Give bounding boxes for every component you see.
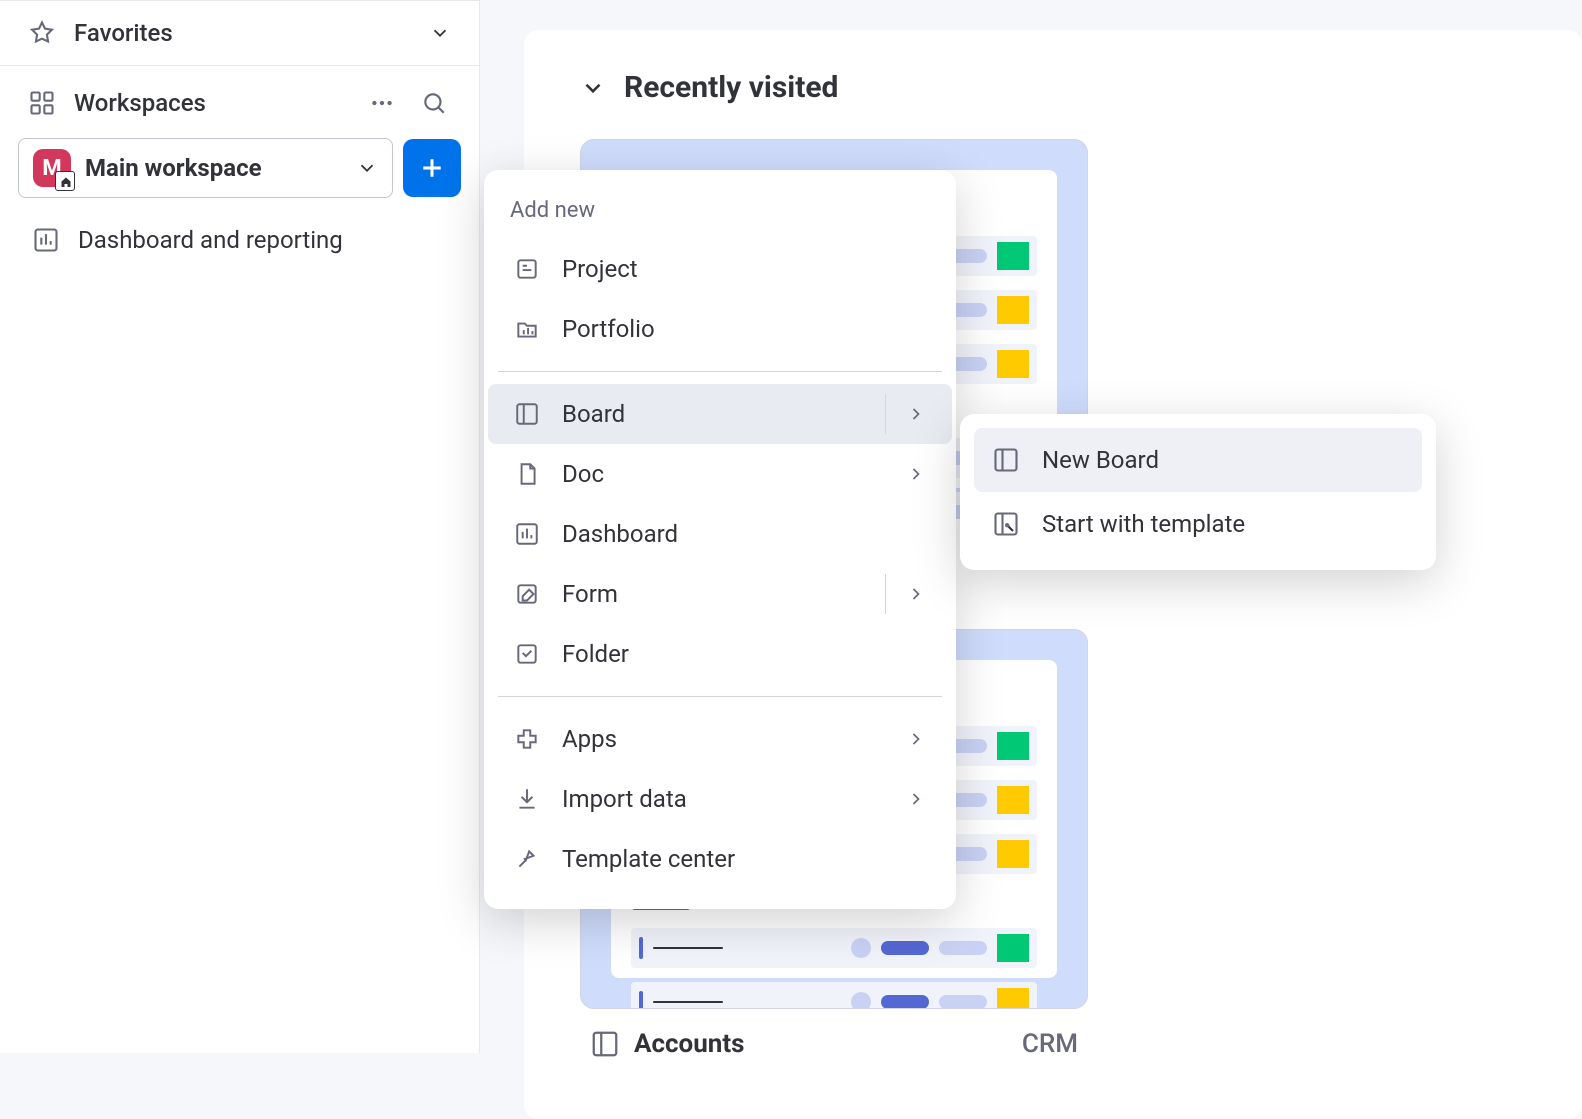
divider [498,371,942,372]
workspaces-icon [28,89,56,117]
apps-icon [514,726,540,752]
dropdown-item-dashboard[interactable]: Dashboard [488,504,952,564]
dashboard-icon [514,521,540,547]
divider [498,696,942,697]
dropdown-item-import[interactable]: Import data [488,769,952,829]
add-new-dropdown: Add new Project Portfolio Board Doc [484,170,956,909]
sidebar-item-label: Dashboard and reporting [78,226,343,254]
board-icon [590,1029,620,1059]
search-icon[interactable] [417,86,451,120]
submenu-item-start-template[interactable]: Start with template [974,492,1422,556]
import-icon [514,786,540,812]
board-icon [992,446,1020,474]
chevron-right-icon [906,584,926,604]
dropdown-item-portfolio[interactable]: Portfolio [488,299,952,359]
workspaces-header: Workspaces [0,66,479,138]
chevron-down-icon [580,75,606,101]
template-wand-icon [992,510,1020,538]
chevron-right-icon [906,404,926,424]
board-icon [514,401,540,427]
dropdown-item-board[interactable]: Board [488,384,952,444]
dropdown-item-label: Template center [562,845,735,873]
dropdown-item-project[interactable]: Project [488,239,952,299]
submenu-item-label: Start with template [1042,510,1245,538]
chevron-right-icon [906,464,926,484]
workspace-badge: M [33,149,71,187]
workspaces-label: Workspaces [74,89,347,117]
dropdown-item-label: Dashboard [562,520,678,548]
tile-suffix: CRM [1022,1029,1078,1059]
dropdown-item-label: Form [562,580,618,608]
submenu-item-label: New Board [1042,446,1159,474]
section-title: Recently visited [624,70,838,105]
dropdown-header: Add new [484,190,956,239]
template-icon [514,846,540,872]
sidebar: Favorites Workspaces M Main workspace [0,0,480,1053]
dropdown-item-form[interactable]: Form [488,564,952,624]
dropdown-item-label: Doc [562,460,604,488]
dropdown-item-label: Portfolio [562,315,655,343]
favorites-section[interactable]: Favorites [0,0,479,66]
workspace-selector[interactable]: M Main workspace [18,138,393,198]
add-button[interactable] [403,139,461,197]
portfolio-icon [514,316,540,342]
dropdown-item-label: Import data [562,785,687,813]
submenu-item-new-board[interactable]: New Board [974,428,1422,492]
favorites-label: Favorites [74,19,411,47]
dropdown-item-label: Folder [562,640,629,668]
dropdown-item-doc[interactable]: Doc [488,444,952,504]
workspace-name: Main workspace [85,154,342,182]
dashboard-icon [32,226,60,254]
dropdown-item-label: Board [562,400,625,428]
doc-icon [514,461,540,487]
project-icon [514,256,540,282]
dropdown-item-label: Project [562,255,638,283]
dropdown-item-template-center[interactable]: Template center [488,829,952,889]
form-icon [514,581,540,607]
tile-label: Accounts [634,1029,1008,1059]
dropdown-item-folder[interactable]: Folder [488,624,952,684]
chevron-down-icon [429,22,451,44]
chevron-down-icon [356,157,378,179]
chevron-right-icon [906,729,926,749]
sidebar-item-dashboard-reporting[interactable]: Dashboard and reporting [0,212,479,268]
recently-visited-header[interactable]: Recently visited [580,70,1526,105]
more-icon[interactable] [365,86,399,120]
dropdown-item-apps[interactable]: Apps [488,709,952,769]
chevron-right-icon [906,789,926,809]
star-icon [28,19,56,47]
folder-icon [514,641,540,667]
dropdown-item-label: Apps [562,725,617,753]
board-submenu: New Board Start with template [960,414,1436,570]
